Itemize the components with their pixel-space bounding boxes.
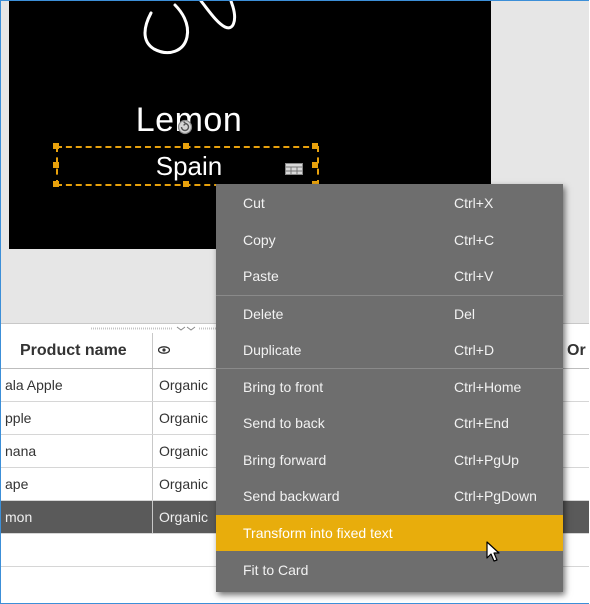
menu-item-send-to-back[interactable]: Send to back Ctrl+End <box>216 405 563 441</box>
menu-item-shortcut: Ctrl+X <box>454 195 494 211</box>
menu-item-label: Send backward <box>243 488 340 504</box>
menu-item-label: Copy <box>243 232 276 248</box>
menu-item-fit-to-card[interactable]: Fit to Card <box>216 552 563 588</box>
context-menu: Cut Ctrl+X Copy Ctrl+C Paste Ctrl+V Dele… <box>216 184 563 592</box>
cell-type[interactable]: Organic <box>159 435 219 467</box>
resize-handle-bl[interactable] <box>53 181 59 187</box>
column-divider <box>152 369 153 401</box>
cell-product-name[interactable]: ala Apple <box>5 369 149 401</box>
column-header-product-name[interactable]: Product name <box>20 333 127 368</box>
menu-item-bring-to-front[interactable]: Bring to front Ctrl+Home <box>216 369 563 405</box>
menu-item-paste[interactable]: Paste Ctrl+V <box>216 258 563 294</box>
cell-product-name[interactable]: pple <box>5 402 149 434</box>
menu-item-transform-into-fixed-text[interactable]: Transform into fixed text <box>216 515 563 551</box>
menu-item-label: Paste <box>243 268 279 284</box>
menu-item-cut[interactable]: Cut Ctrl+X <box>216 185 563 221</box>
cell-type[interactable]: Organic <box>159 501 219 533</box>
fruit-outline-graphic <box>143 1 237 54</box>
menu-item-label: Duplicate <box>243 342 302 358</box>
menu-item-label: Delete <box>243 306 284 322</box>
menu-item-shortcut: Ctrl+PgDown <box>454 488 537 504</box>
column-divider <box>152 468 153 500</box>
menu-item-shortcut: Ctrl+End <box>454 415 509 431</box>
menu-item-label: Transform into fixed text <box>243 525 393 541</box>
menu-item-label: Cut <box>243 195 265 211</box>
menu-item-label: Send to back <box>243 415 325 431</box>
cell-type[interactable]: Organic <box>159 468 219 500</box>
column-divider[interactable] <box>152 333 153 368</box>
menu-item-shortcut: Ctrl+C <box>454 232 495 248</box>
menu-item-shortcut: Ctrl+Home <box>454 379 522 395</box>
column-divider <box>152 435 153 467</box>
menu-item-delete[interactable]: Delete Del <box>216 296 563 332</box>
menu-item-label: Bring forward <box>243 452 327 468</box>
resize-handle-mr[interactable] <box>312 162 318 168</box>
resize-handle-tr[interactable] <box>312 143 318 149</box>
resize-handle-tl[interactable] <box>53 143 59 149</box>
cell-product-name[interactable]: nana <box>5 435 149 467</box>
mouse-pointer-icon <box>486 541 500 562</box>
menu-item-shortcut: Ctrl+D <box>454 342 495 358</box>
app-window: Lemon Spain Product name Or ala Apple Or… <box>0 0 589 604</box>
menu-item-send-backward[interactable]: Send backward Ctrl+PgDown <box>216 478 563 514</box>
eye-icon[interactable] <box>158 346 170 354</box>
menu-item-copy[interactable]: Copy Ctrl+C <box>216 222 563 258</box>
cell-product-name[interactable]: mon <box>5 501 149 533</box>
menu-item-duplicate[interactable]: Duplicate Ctrl+D <box>216 332 563 368</box>
rotate-handle-icon[interactable] <box>177 119 193 135</box>
column-divider <box>152 402 153 434</box>
cell-type[interactable]: Organic <box>159 369 219 401</box>
card-subtitle-text[interactable]: Spain <box>109 151 269 182</box>
menu-item-label: Bring to front <box>243 379 324 395</box>
menu-item-bring-forward[interactable]: Bring forward Ctrl+PgUp <box>216 442 563 478</box>
table-binding-icon[interactable] <box>285 163 303 175</box>
menu-item-shortcut: Del <box>454 306 476 322</box>
cell-type[interactable]: Organic <box>159 402 219 434</box>
menu-item-label: Fit to Card <box>243 562 309 578</box>
column-header-origin[interactable]: Or <box>567 333 586 368</box>
menu-item-shortcut: Ctrl+V <box>454 268 494 284</box>
resize-handle-tc[interactable] <box>183 143 189 149</box>
cell-product-name[interactable]: ape <box>5 468 149 500</box>
menu-item-shortcut: Ctrl+PgUp <box>454 452 519 468</box>
resize-handle-ml[interactable] <box>53 162 59 168</box>
column-divider <box>152 501 153 533</box>
